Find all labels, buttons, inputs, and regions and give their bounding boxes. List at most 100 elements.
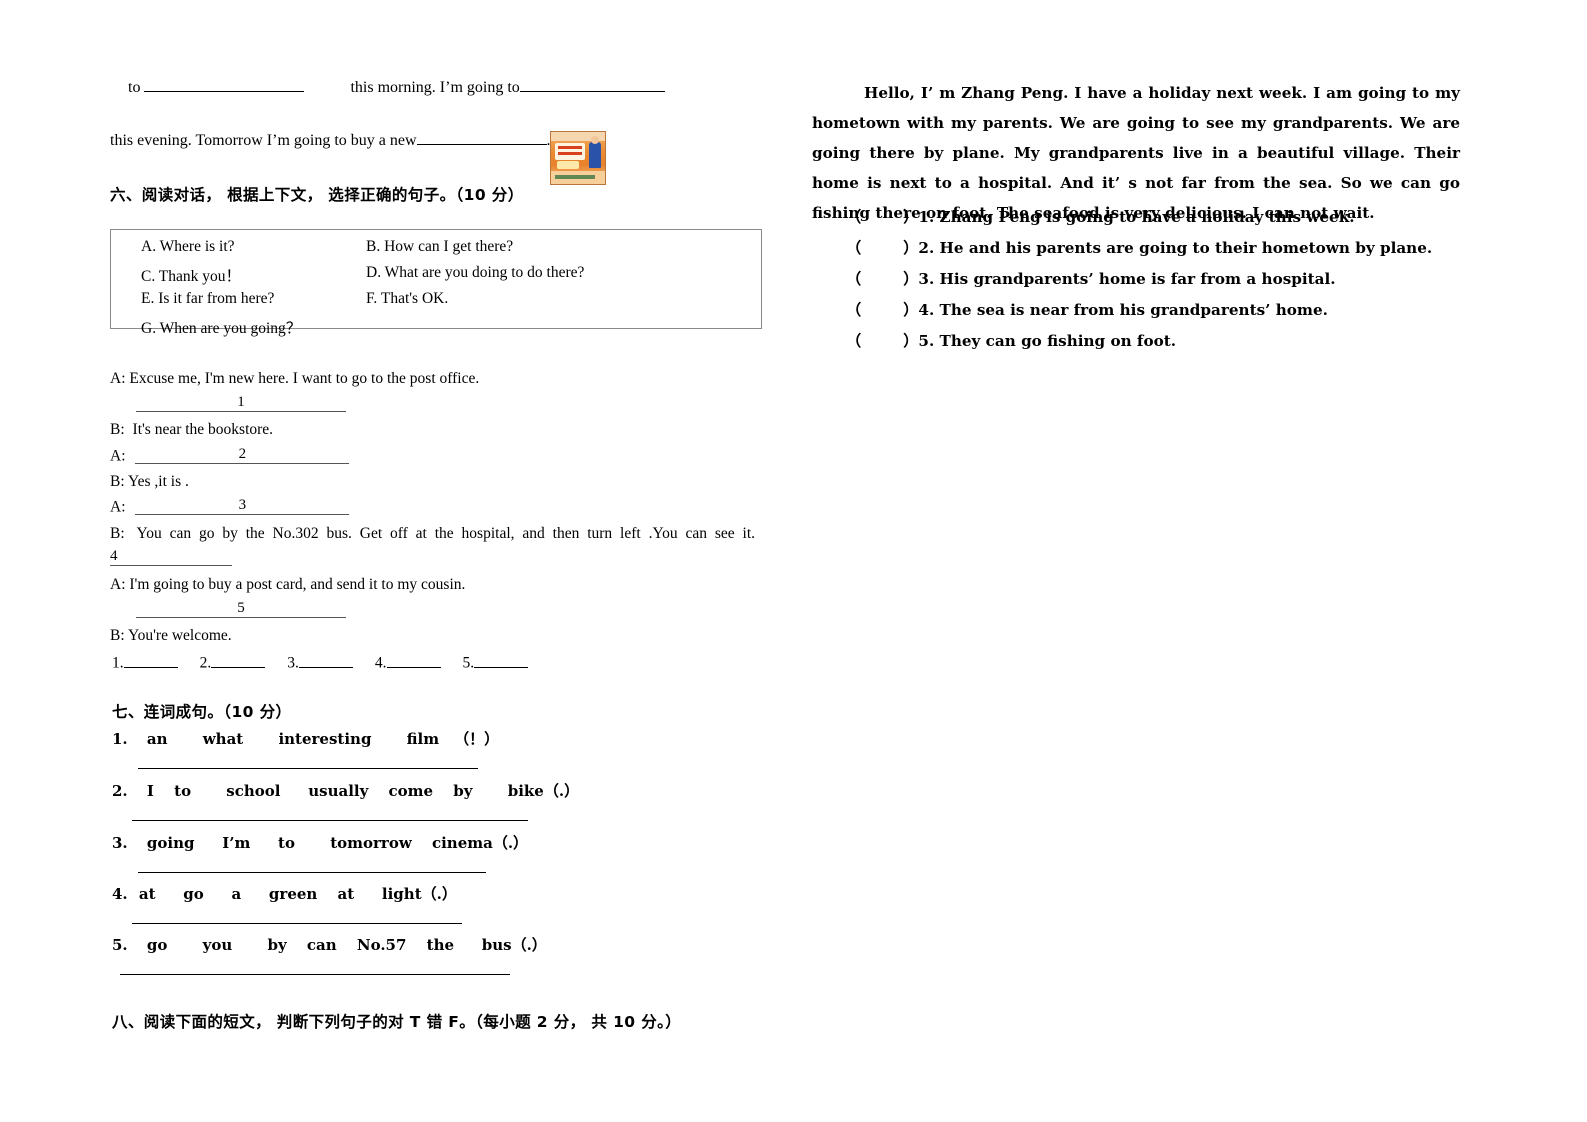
dialogue-line-b3: B: You can go by the No.302 bus. Get off… — [110, 523, 755, 545]
tf-question-4[interactable]: （ ）4. The sea is near from his grandparen… — [846, 298, 1328, 320]
dialogue-text: It's near the bookstore. — [132, 421, 274, 438]
wordorder-words: go you by can No.57 the bus（.） — [146, 936, 547, 954]
dialogue-speaker: B: — [110, 421, 125, 438]
tf-question-5[interactable]: （ ）5. They can go fishing on foot. — [846, 329, 1176, 351]
dialogue-line-a1: A: Excuse me, I'm new here. I want to go… — [110, 368, 770, 390]
dialogue-speaker: A: — [110, 576, 126, 593]
dialogue-text: I'm going to buy a post card, and send i… — [129, 576, 466, 593]
dialogue-text: Excuse me, I'm new here. I want to go to… — [129, 370, 480, 387]
blank-line-a[interactable] — [144, 76, 305, 93]
dialogue-blank-1: 1 — [110, 393, 796, 416]
answer-blank-3[interactable]: 3 — [135, 496, 350, 515]
option-a[interactable]: A. Where is it? — [141, 238, 235, 256]
tf-open-paren: （ — [846, 301, 862, 319]
left-column: to this morning. I’m going to this eveni… — [110, 0, 770, 1122]
wordorder-item-3: 3. going I’m to tomorrow cinema（.） — [112, 832, 528, 853]
dialogue-text: Yes ,it is . — [127, 473, 189, 490]
dialogue-line-a2: A: 2 — [110, 445, 770, 468]
section-six-heading: 六、阅读对话， 根据上下文， 选择正确的句子。（10 分） — [110, 186, 524, 204]
answer-num-4: 4. — [374, 654, 387, 672]
wordorder-item-2: 2. I to school usually come by bike（.） — [112, 780, 579, 801]
answer-blank-1[interactable]: 1 — [136, 393, 346, 412]
dialogue-speaker: B: — [110, 627, 125, 644]
carryover-line-1: to this morning. I’m going to — [128, 76, 768, 99]
answer-slot-3[interactable] — [298, 652, 353, 668]
wordorder-words: I to school usually come by bike（.） — [146, 782, 580, 800]
answer-slot-1[interactable] — [123, 652, 178, 668]
dialogue-text: You're welcome. — [127, 627, 232, 644]
answer-num-5: 5. — [462, 654, 475, 672]
blank-line-b[interactable] — [519, 76, 665, 93]
wordorder-answer-rule-2[interactable] — [132, 820, 528, 821]
answer-slot-2[interactable] — [211, 652, 266, 668]
answer-blank-4[interactable]: 4 — [110, 547, 232, 566]
answer-blank-5[interactable]: 5 — [136, 599, 346, 618]
dialogue-speaker: A: — [110, 447, 126, 465]
carryover-line1-mid: this morning. I’m going to — [350, 79, 520, 97]
tf-text: The sea is near from his grandparents’ h… — [939, 301, 1328, 319]
book-cover-thumbnail-icon — [550, 131, 606, 185]
sentence-options-box: A. Where is it? B. How can I get there? … — [110, 229, 762, 337]
answer-blank-2[interactable]: 2 — [135, 445, 350, 464]
tf-text: He and his parents are going to their ho… — [939, 239, 1433, 257]
dialogue-text: You can go by the No.302 bus. Get off at… — [136, 525, 756, 542]
dialogue-speaker: B: — [110, 525, 125, 542]
wordorder-words: an what interesting film （！） — [146, 730, 500, 748]
answer-num-1: 1. — [112, 654, 124, 672]
wordorder-number: 5. — [112, 936, 128, 954]
wordorder-item-4: 4. at go a green at light（.） — [112, 883, 457, 904]
worksheet-page: to this morning. I’m going to this eveni… — [0, 0, 1587, 1122]
tf-close-paren: ）1. — [903, 208, 935, 226]
dialogue-line-a3: A: 3 — [110, 496, 770, 519]
answer-slot-4[interactable] — [386, 652, 441, 668]
wordorder-item-1: 1. an what interesting film （！） — [112, 728, 499, 749]
wordorder-number: 3. — [112, 834, 128, 852]
tf-close-paren: ）4. — [903, 301, 935, 319]
right-column: Hello, I’ m Zhang Peng. I have a holiday… — [812, 0, 1472, 1122]
wordorder-answer-rule-4[interactable] — [132, 923, 462, 924]
dialogue-speaker: B: — [110, 473, 125, 490]
wordorder-answer-rule-5[interactable] — [120, 974, 510, 975]
dialogue-line-a4: A: I'm going to buy a post card, and sen… — [110, 574, 770, 596]
wordorder-answer-rule-3[interactable] — [138, 872, 486, 873]
tf-text: Zhang Peng is going to have a holiday th… — [939, 208, 1355, 226]
option-e[interactable]: E. Is it far from here? — [141, 290, 274, 308]
tf-question-1[interactable]: （ ）1. Zhang Peng is going to have a holid… — [846, 205, 1355, 227]
dialogue-line-b4: B: You're welcome. — [110, 625, 770, 647]
tf-open-paren: （ — [846, 270, 862, 288]
dialogue-speaker: A: — [110, 498, 126, 516]
answer-num-2: 2. — [199, 654, 212, 672]
tf-open-paren: （ — [846, 332, 862, 350]
tf-open-paren: （ — [846, 208, 862, 226]
tf-question-2[interactable]: （ ）2. He and his parents are going to the… — [846, 236, 1432, 258]
wordorder-words: at go a green at light（.） — [138, 885, 457, 903]
tf-open-paren: （ — [846, 239, 862, 257]
tf-question-3[interactable]: （ ）3. His grandparents’ home is far from … — [846, 267, 1336, 289]
answer-slot-5[interactable] — [474, 652, 529, 668]
section-seven-heading: 七、连词成句。（10 分） — [112, 703, 292, 721]
dialogue-line-b2: B: Yes ,it is . — [110, 471, 770, 493]
blank-line-c[interactable] — [416, 129, 547, 146]
wordorder-number: 4. — [112, 885, 128, 903]
dialogue-speaker: A: — [110, 370, 126, 387]
dialogue-line-b1: B: It's near the bookstore. — [110, 419, 770, 441]
answer-number-row: 1. 2. 3. 4. 5. — [112, 652, 529, 675]
wordorder-answer-rule-1[interactable] — [138, 768, 478, 769]
option-f[interactable]: F. That's OK. — [366, 290, 448, 308]
option-b[interactable]: B. How can I get there? — [366, 238, 513, 256]
option-g[interactable]: G. When are you going？ — [141, 316, 301, 338]
carryover-line1-prefix: to — [128, 79, 141, 97]
wordorder-number: 1. — [112, 730, 128, 748]
option-d[interactable]: D. What are you doing to do there? — [366, 264, 584, 282]
carryover-line-2: this evening. Tomorrow I’m going to buy … — [110, 129, 770, 185]
wordorder-words: going I’m to tomorrow cinema（.） — [146, 834, 529, 852]
option-c[interactable]: C. Thank you！ — [141, 264, 241, 286]
tf-close-paren: ）5. — [903, 332, 935, 350]
tf-close-paren: ）2. — [903, 239, 935, 257]
wordorder-item-5: 5. go you by can No.57 the bus（.） — [112, 934, 547, 955]
dialogue-blank-5: 5 — [110, 599, 796, 622]
dialogue-blank-4: 4 — [110, 547, 770, 570]
answer-num-3: 3. — [287, 654, 299, 672]
wordorder-number: 2. — [112, 782, 128, 800]
tf-close-paren: ）3. — [903, 270, 935, 288]
